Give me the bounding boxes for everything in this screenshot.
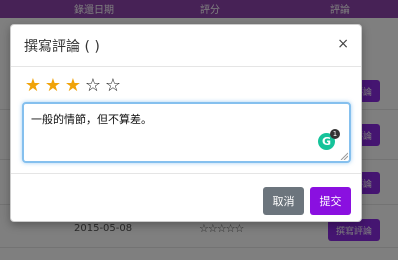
submit-button[interactable]: 提交 [310,187,351,215]
write-review-modal: 撰寫評論 ( ) × ★★★☆☆ G 1 取消 提交 [10,24,362,222]
star-filled-icon[interactable]: ★ [43,76,63,96]
grammarly-count-badge: 1 [330,129,340,139]
star-rating[interactable]: ★ ★ ★ ☆ ☆ [23,76,123,96]
star-empty-icon[interactable]: ☆ [103,76,123,96]
review-textarea[interactable] [22,102,351,163]
review-field-wrapper: G 1 [22,102,351,163]
star-filled-icon[interactable]: ★ [23,76,43,96]
cancel-button[interactable]: 取消 [263,187,304,215]
resize-grip-icon[interactable] [340,152,348,160]
star-empty-icon[interactable]: ☆ [83,76,103,96]
modal-footer: 取消 提交 [11,173,361,223]
close-icon[interactable]: × [337,36,349,52]
star-filled-icon[interactable]: ★ [63,76,83,96]
modal-header: 撰寫評論 ( ) × [11,25,361,67]
modal-title: 撰寫評論 ( ) [24,39,100,55]
